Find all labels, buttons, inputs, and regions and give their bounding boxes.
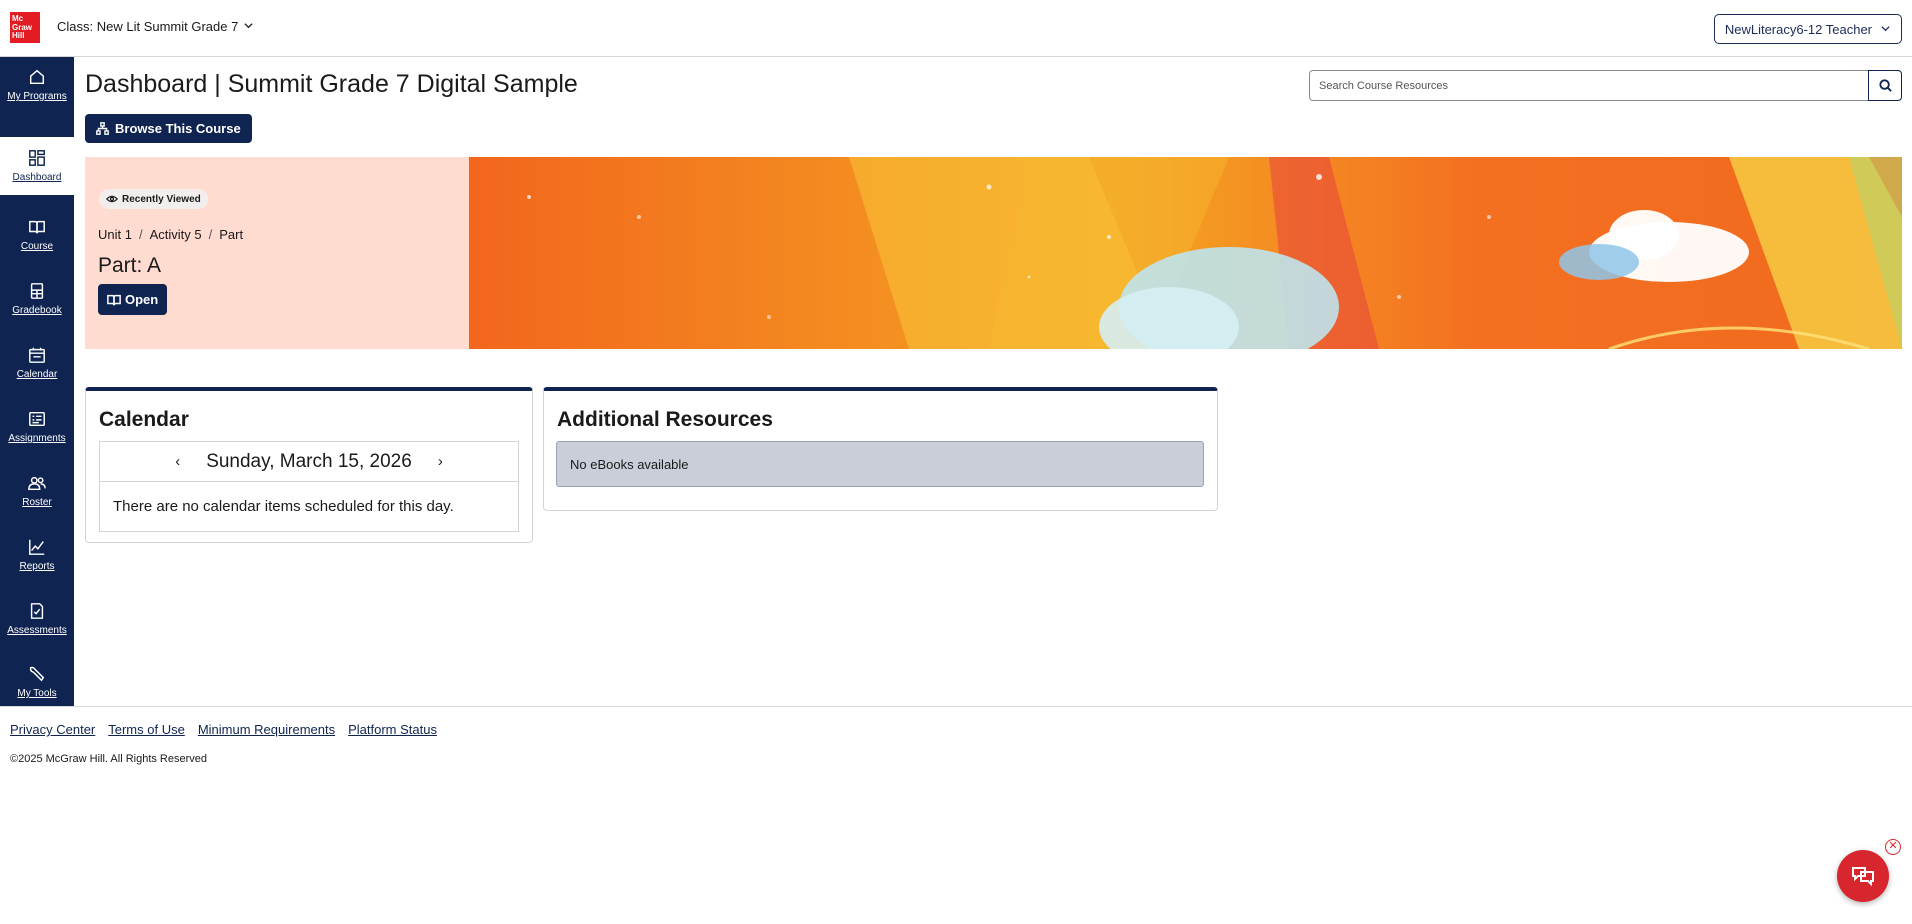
chat-bubbles-icon bbox=[1852, 867, 1874, 887]
recently-viewed-banner: Recently Viewed Unit 1 / Activity 5 / Pa… bbox=[85, 157, 1902, 349]
sidebar-item-dashboard[interactable]: Dashboard bbox=[0, 137, 74, 195]
breadcrumb-item: Activity 5 bbox=[149, 227, 202, 242]
eye-icon bbox=[106, 195, 118, 203]
recently-viewed-panel: Recently Viewed Unit 1 / Activity 5 / Pa… bbox=[85, 157, 469, 349]
resources-title: Additional Resources bbox=[557, 408, 773, 431]
chevron-left-icon[interactable]: ‹ bbox=[163, 453, 192, 470]
reports-icon bbox=[29, 539, 45, 555]
search-bar bbox=[1309, 70, 1902, 101]
recently-viewed-badge: Recently Viewed bbox=[99, 189, 208, 209]
recent-item-title: Part: A bbox=[98, 254, 162, 277]
logo-line: Hill bbox=[12, 31, 25, 40]
sidebar-item-assessments[interactable]: Assessments bbox=[0, 591, 74, 647]
sidebar-item-assignments[interactable]: Assignments bbox=[0, 399, 74, 455]
calendar-icon bbox=[29, 347, 45, 363]
sidebar-item-label: My Programs bbox=[7, 91, 67, 102]
calendar-empty-message: There are no calendar items scheduled fo… bbox=[113, 498, 454, 515]
terms-of-use-link[interactable]: Terms of Use bbox=[108, 722, 185, 737]
browse-button-label: Browse This Course bbox=[115, 121, 241, 136]
assessments-icon bbox=[30, 603, 44, 619]
dashboard-icon bbox=[29, 150, 45, 166]
breadcrumb-separator: / bbox=[208, 227, 213, 242]
additional-resources-card: Additional Resources No eBooks available bbox=[543, 387, 1218, 511]
sitemap-icon bbox=[96, 122, 109, 135]
top-header: Mc Graw Hill Class: New Lit Summit Grade… bbox=[0, 0, 1912, 57]
breadcrumb-separator: / bbox=[138, 227, 143, 242]
sidebar-item-course[interactable]: Course bbox=[0, 207, 74, 263]
user-menu-button[interactable]: NewLiteracy6-12 Teacher bbox=[1713, 14, 1902, 44]
privacy-center-link[interactable]: Privacy Center bbox=[10, 722, 95, 737]
sidebar-item-label: Calendar bbox=[16, 369, 58, 380]
book-icon bbox=[29, 220, 45, 234]
user-label: NewLiteracy6-12 Teacher bbox=[1724, 21, 1872, 37]
sidebar-item-label: Roster bbox=[22, 497, 52, 508]
breadcrumb-item: Part bbox=[219, 227, 244, 242]
browse-course-button[interactable]: Browse This Course bbox=[85, 114, 252, 143]
sidebar-item-label: Reports bbox=[19, 561, 55, 572]
chat-button[interactable] bbox=[1837, 850, 1889, 902]
abstract-art-image bbox=[469, 157, 1902, 349]
footer-divider bbox=[0, 706, 1912, 707]
no-ebooks-notice: No eBooks available bbox=[556, 441, 1204, 487]
search-button[interactable] bbox=[1868, 70, 1902, 101]
search-icon bbox=[1878, 79, 1892, 92]
calendar-card: Calendar ‹ Sunday, March 15, 2026 › Ther… bbox=[85, 387, 533, 543]
calendar-day-view: ‹ Sunday, March 15, 2026 › There are no … bbox=[99, 441, 519, 532]
sidebar-item-label: Gradebook bbox=[12, 305, 62, 316]
footer-links: Privacy Center Terms of Use Minimum Requ… bbox=[10, 722, 437, 737]
chevron-down-icon bbox=[1880, 22, 1891, 37]
class-label: Class: New Lit Summit Grade 7 bbox=[57, 19, 239, 34]
sidebar-item-label: Assignments bbox=[8, 433, 66, 444]
sidebar-nav: My Programs Dashboard Course Gradebook C… bbox=[0, 57, 74, 706]
sidebar-item-label: My Tools bbox=[17, 688, 57, 699]
platform-status-link[interactable]: Platform Status bbox=[348, 722, 437, 737]
sidebar-item-reports[interactable]: Reports bbox=[0, 527, 74, 583]
minimum-requirements-link[interactable]: Minimum Requirements bbox=[198, 722, 335, 737]
badge-label: Recently Viewed bbox=[122, 193, 201, 205]
close-icon[interactable]: ✕ bbox=[1885, 839, 1901, 855]
gradebook-icon bbox=[30, 283, 44, 299]
sidebar-item-my-programs[interactable]: My Programs bbox=[0, 57, 74, 113]
roster-icon bbox=[28, 476, 46, 491]
hero-illustration bbox=[469, 157, 1902, 349]
calendar-date-nav: ‹ Sunday, March 15, 2026 › bbox=[100, 442, 518, 482]
chevron-down-icon bbox=[243, 19, 254, 34]
search-input[interactable] bbox=[1309, 70, 1868, 101]
chevron-right-icon[interactable]: › bbox=[426, 453, 455, 470]
sidebar-item-label: Dashboard bbox=[12, 172, 62, 183]
sidebar-item-label: Assessments bbox=[7, 625, 67, 636]
assignments-icon bbox=[29, 411, 45, 427]
sidebar-item-label: Course bbox=[20, 241, 54, 252]
open-button[interactable]: Open bbox=[98, 284, 168, 315]
copyright-text: ©2025 McGraw Hill. All Rights Reserved bbox=[10, 753, 208, 765]
calendar-date: Sunday, March 15, 2026 bbox=[206, 450, 412, 472]
home-icon bbox=[29, 69, 45, 85]
class-selector[interactable]: Class: New Lit Summit Grade 7 bbox=[57, 19, 254, 34]
sidebar-item-my-tools[interactable]: My Tools bbox=[0, 654, 74, 710]
sidebar-item-gradebook[interactable]: Gradebook bbox=[0, 271, 74, 327]
breadcrumb-item: Unit 1 bbox=[98, 227, 132, 242]
calendar-title: Calendar bbox=[99, 408, 189, 431]
breadcrumb: Unit 1 / Activity 5 / Part bbox=[98, 227, 243, 242]
page-title: Dashboard | Summit Grade 7 Digital Sampl… bbox=[85, 70, 578, 98]
sidebar-item-calendar[interactable]: Calendar bbox=[0, 335, 74, 391]
mcgraw-hill-logo[interactable]: Mc Graw Hill bbox=[10, 12, 40, 43]
tools-icon bbox=[29, 666, 45, 682]
book-open-icon bbox=[107, 294, 121, 305]
sidebar-item-roster[interactable]: Roster bbox=[0, 463, 74, 519]
open-button-label: Open bbox=[125, 292, 159, 307]
